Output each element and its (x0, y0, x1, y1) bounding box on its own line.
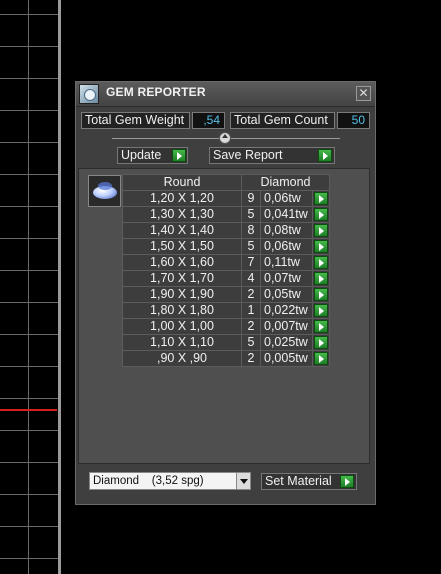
row-size: ,90 X ,90 (122, 350, 242, 367)
update-arrow-icon (172, 149, 186, 162)
table-row: 1,00 X 1,00 2 0,007tw (122, 318, 330, 335)
update-button-label: Update (121, 148, 162, 162)
row-select-button[interactable] (312, 334, 330, 351)
viewport-axis-line (0, 409, 57, 411)
row-size: 1,40 X 1,40 (122, 222, 242, 239)
row-arrow-icon (314, 336, 328, 349)
row-size: 1,30 X 1,30 (122, 206, 242, 223)
row-select-button[interactable] (312, 206, 330, 223)
title-bar[interactable]: GEM REPORTER ✕ (76, 82, 375, 107)
row-arrow-icon (314, 240, 328, 253)
row-select-button[interactable] (312, 302, 330, 319)
row-select-button[interactable] (312, 190, 330, 207)
table-row: 1,60 X 1,60 7 0,11tw (122, 254, 330, 271)
row-arrow-icon (314, 288, 328, 301)
table-row: 1,90 X 1,90 2 0,05tw (122, 286, 330, 303)
row-size: 1,20 X 1,20 (122, 190, 242, 207)
set-material-button[interactable]: Set Material (261, 473, 357, 490)
row-weight: 0,11tw (260, 254, 313, 271)
row-weight: 0,05tw (260, 286, 313, 303)
row-weight: 0,06tw (260, 190, 313, 207)
row-select-button[interactable] (312, 254, 330, 271)
row-select-button[interactable] (312, 222, 330, 239)
row-count: 5 (241, 238, 261, 255)
row-weight: 0,06tw (260, 238, 313, 255)
row-count: 9 (241, 190, 261, 207)
row-select-button[interactable] (312, 270, 330, 287)
row-size: 1,80 X 1,80 (122, 302, 242, 319)
gem-reporter-app-icon (79, 84, 99, 104)
table-row: 1,50 X 1,50 5 0,06tw (122, 238, 330, 255)
row-size: 1,90 X 1,90 (122, 286, 242, 303)
row-size: 1,60 X 1,60 (122, 254, 242, 271)
total-gem-weight-label: Total Gem Weight (81, 112, 190, 129)
viewport-edge (58, 0, 61, 574)
row-size: 1,70 X 1,70 (122, 270, 242, 287)
row-count: 2 (241, 286, 261, 303)
row-select-button[interactable] (312, 350, 330, 367)
row-select-button[interactable] (312, 238, 330, 255)
row-count: 7 (241, 254, 261, 271)
chevron-down-icon[interactable] (236, 473, 250, 489)
collapse-toggle-icon[interactable] (219, 132, 231, 144)
row-arrow-icon (314, 256, 328, 269)
table-row: 1,70 X 1,70 4 0,07tw (122, 270, 330, 287)
row-arrow-icon (314, 224, 328, 237)
row-weight: 0,041tw (260, 206, 313, 223)
row-size: 1,00 X 1,00 (122, 318, 242, 335)
row-count: 5 (241, 334, 261, 351)
save-report-button[interactable]: Save Report (209, 147, 335, 164)
row-weight: 0,005tw (260, 350, 313, 367)
row-weight: 0,007tw (260, 318, 313, 335)
gem-preview-icon[interactable] (88, 175, 121, 207)
row-weight: 0,025tw (260, 334, 313, 351)
row-weight: 0,07tw (260, 270, 313, 287)
close-button[interactable]: ✕ (356, 86, 371, 101)
row-arrow-icon (314, 304, 328, 317)
row-count: 1 (241, 302, 261, 319)
total-gem-count-value: 50 (337, 112, 370, 129)
table-row: 1,30 X 1,30 5 0,041tw (122, 206, 330, 223)
row-count: 8 (241, 222, 261, 239)
save-report-arrow-icon (318, 149, 332, 162)
row-count: 4 (241, 270, 261, 287)
row-weight: 0,022tw (260, 302, 313, 319)
set-material-button-label: Set Material (265, 474, 332, 488)
update-button[interactable]: Update (117, 147, 188, 164)
table-row: 1,10 X 1,10 5 0,025tw (122, 334, 330, 351)
window-title: GEM REPORTER (106, 85, 206, 99)
row-select-button[interactable] (312, 318, 330, 335)
row-arrow-icon (314, 208, 328, 221)
table-row: 1,20 X 1,20 9 0,06tw (122, 190, 330, 207)
set-material-arrow-icon (340, 475, 354, 488)
row-arrow-icon (314, 352, 328, 365)
row-select-button[interactable] (312, 286, 330, 303)
row-arrow-icon (314, 192, 328, 205)
row-size: 1,50 X 1,50 (122, 238, 242, 255)
row-count: 2 (241, 318, 261, 335)
material-select-value: Diamond (3,52 spg) (93, 475, 204, 487)
row-size: 1,10 X 1,10 (122, 334, 242, 351)
save-report-button-label: Save Report (213, 148, 283, 162)
row-count: 5 (241, 206, 261, 223)
table-row: 1,80 X 1,80 1 0,022tw (122, 302, 330, 319)
header-material: Diamond (241, 174, 330, 191)
row-arrow-icon (314, 272, 328, 285)
row-arrow-icon (314, 320, 328, 333)
table-row: ,90 X ,90 2 0,005tw (122, 350, 330, 367)
viewport-grid (0, 0, 60, 574)
row-weight: 0,08tw (260, 222, 313, 239)
header-shape: Round (122, 174, 242, 191)
gem-reporter-panel: GEM REPORTER ✕ Total Gem Weight ,54 Tota… (75, 81, 376, 505)
total-gem-weight-value: ,54 (192, 112, 225, 129)
total-gem-count-label: Total Gem Count (230, 112, 335, 129)
table-row: 1,40 X 1,40 8 0,08tw (122, 222, 330, 239)
gem-table: Round Diamond 1,20 X 1,20 9 0,06tw 1,30 X 1… (122, 174, 330, 367)
gem-list-area: Round Diamond 1,20 X 1,20 9 0,06tw 1,30 X 1… (78, 168, 370, 464)
row-count: 2 (241, 350, 261, 367)
material-select[interactable]: Diamond (3,52 spg) (89, 472, 251, 490)
